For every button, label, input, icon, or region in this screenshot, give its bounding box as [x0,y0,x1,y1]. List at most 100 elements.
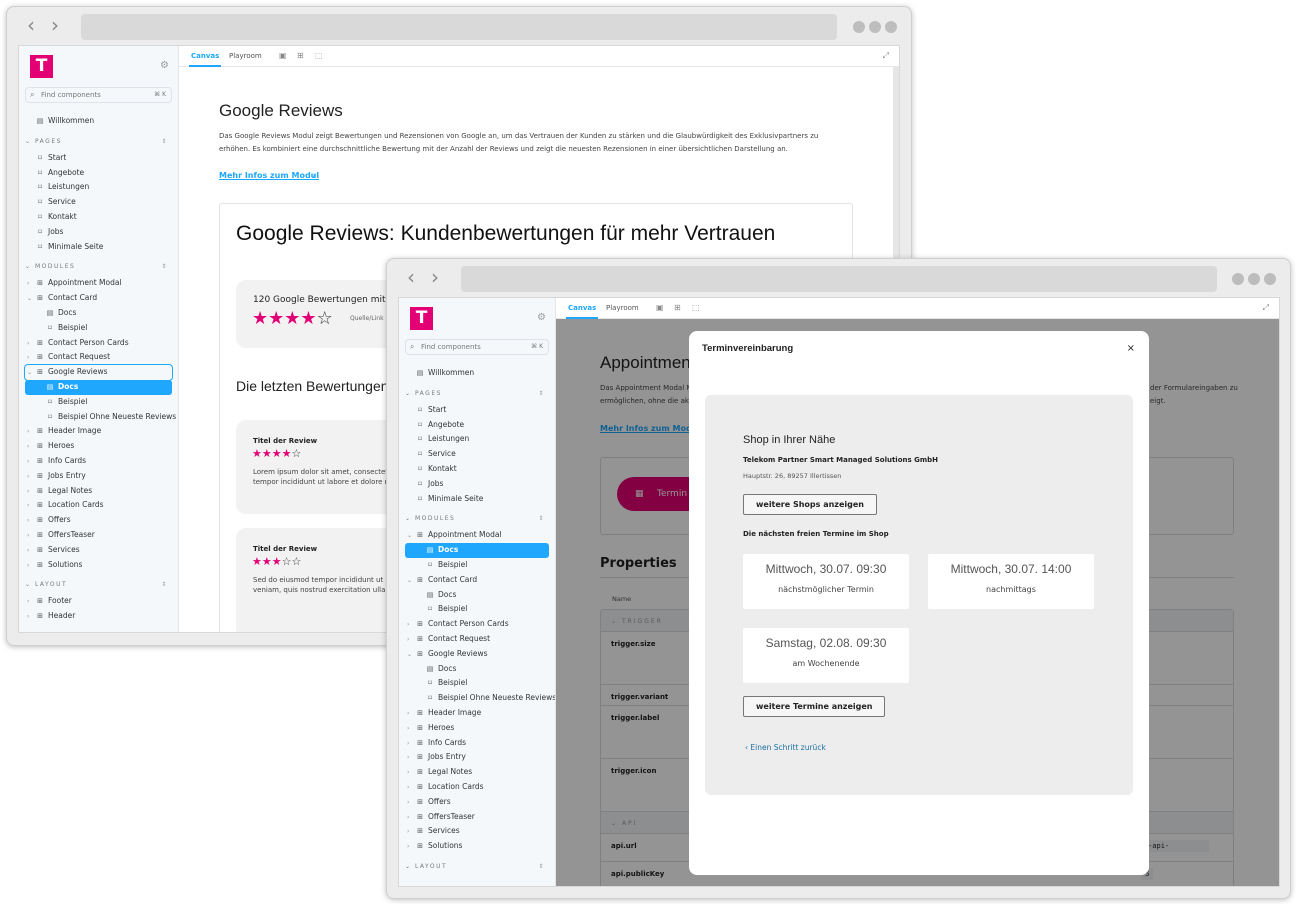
sidebar-item-kontakt[interactable]: ⌑ Kontakt [25,210,172,225]
sidebar-item-beispiel[interactable]: ⌑ Beispiel [25,321,172,336]
sidebar-item-willkommen[interactable]: ▤ Willkommen [25,114,172,129]
sidebar-item-location-cards[interactable]: › ⊞ Location Cards [25,498,172,513]
sidebar-item-services[interactable]: › ⊞ Services [405,824,549,839]
sidebar-item-appointment-modal[interactable]: ⌄ ⊞ Appointment Modal [405,528,549,543]
back-icon[interactable]: ‹ [27,13,35,37]
outline-icon[interactable]: ⬚ [692,303,700,312]
more-slots-button[interactable]: weitere Termine anzeigen [743,696,886,717]
sidebar-item-beispiel-ohne-neueste-reviews[interactable]: ⌑ Beispiel Ohne Neueste Reviews [25,410,176,425]
address-bar[interactable] [461,266,1217,292]
sidebar-item-header[interactable]: › ⊞ Header [25,609,172,624]
sidebar-item-contact-request[interactable]: › ⊞ Contact Request [405,632,549,647]
sidebar-item-leistungen[interactable]: ⌑ Leistungen [25,180,172,195]
more-info-link[interactable]: Mehr Infos zum Modul [219,171,319,180]
sidebar-item-heroes[interactable]: › ⊞ Heroes [25,439,172,454]
search-input[interactable]: ⌕ Find components ⌘ K [25,87,172,103]
sidebar-section-modules[interactable]: ⌄ MODULES ⇕ [25,254,172,276]
expand-collapse-icon[interactable]: ⇕ [538,854,545,880]
sidebar-item-docs[interactable]: ▤ Docs [25,306,172,321]
sidebar-item-minimale-seite[interactable]: ⌑ Minimale Seite [405,492,549,507]
close-icon[interactable]: × [1127,343,1135,354]
sidebar-section-layout[interactable]: ⌄ LAYOUT ⇕ [25,572,172,594]
sidebar-item-services[interactable]: › ⊞ Services [25,543,172,558]
sidebar-item-solutions[interactable]: › ⊞ Solutions [405,839,549,854]
sidebar-item-offersteaser[interactable]: › ⊞ OffersTeaser [25,528,172,543]
source-link[interactable]: Quelle/Link [350,315,384,322]
sidebar-section-pages[interactable]: ⌄ PAGES ⇕ [405,381,549,403]
sidebar-item-beispiel[interactable]: ⌑ Beispiel [25,395,172,410]
sidebar-item-contact-person-cards[interactable]: › ⊞ Contact Person Cards [405,617,549,632]
sidebar-item-docs[interactable]: ▤ Docs [25,379,172,395]
sidebar-item-legal-notes[interactable]: › ⊞ Legal Notes [405,765,549,780]
sidebar-item-beispiel[interactable]: ⌑ Beispiel [405,602,549,617]
gear-icon[interactable]: ⚙ [537,312,546,323]
sidebar-section-modules[interactable]: ⌄ MODULES ⇕ [405,506,549,528]
sidebar-item-offers[interactable]: › ⊞ Offers [25,513,172,528]
sidebar-item-header-image[interactable]: › ⊞ Header Image [405,706,549,721]
sidebar-item-willkommen[interactable]: ▤ Willkommen [405,366,549,381]
sidebar-item-legal-notes[interactable]: › ⊞ Legal Notes [25,484,172,499]
sidebar-item-location-cards[interactable]: › ⊞ Location Cards [405,780,549,795]
address-bar[interactable] [81,14,837,40]
tab-canvas[interactable]: Canvas [189,46,222,67]
search-icon: ⌕ [410,342,415,351]
tab-playroom[interactable]: Playroom [229,46,262,67]
tab-canvas[interactable]: Canvas [566,298,599,319]
forward-icon[interactable]: › [431,265,439,289]
grid-icon[interactable]: ⊞ [297,51,304,60]
sidebar-item-service[interactable]: ⌑ Service [25,195,172,210]
forward-icon[interactable]: › [51,13,59,37]
more-shops-button[interactable]: weitere Shops anzeigen [743,494,877,515]
sidebar-item-beispiel[interactable]: ⌑ Beispiel [405,676,549,691]
sidebar-item-heroes[interactable]: › ⊞ Heroes [405,721,549,736]
tab-playroom[interactable]: Playroom [606,298,639,319]
sidebar-item-contact-card[interactable]: ⌄ ⊞ Contact Card [25,291,172,306]
sidebar-item-contact-request[interactable]: › ⊞ Contact Request [25,350,172,365]
sidebar-item-angebote[interactable]: ⌑ Angebote [405,418,549,433]
sidebar-item-appointment-modal[interactable]: › ⊞ Appointment Modal [25,276,172,291]
sidebar-item-docs[interactable]: ▤ Docs [405,588,549,603]
sidebar-item-service[interactable]: ⌑ Service [405,447,549,462]
sidebar-item-info-cards[interactable]: › ⊞ Info Cards [405,736,549,751]
slot-card[interactable]: Mittwoch, 30.07. 09:30 nächstmöglicher Te… [743,554,909,609]
sidebar-section-pages[interactable]: ⌄ PAGES ⇕ [25,129,172,151]
sidebar-item-angebote[interactable]: ⌑ Angebote [25,166,172,181]
sidebar-item-jobs-entry[interactable]: › ⊞ Jobs Entry [405,750,549,765]
sidebar-item-start[interactable]: ⌑ Start [25,151,172,166]
sidebar-item-minimale-seite[interactable]: ⌑ Minimale Seite [25,240,172,255]
fullscreen-icon[interactable]: ⤢ [1263,303,1269,313]
sidebar-item-solutions[interactable]: › ⊞ Solutions [25,558,172,573]
sidebar-item-contact-person-cards[interactable]: › ⊞ Contact Person Cards [25,336,172,351]
slot-card[interactable]: Mittwoch, 30.07. 14:00 nachmittags [928,554,1094,609]
sidebar-item-leistungen[interactable]: ⌑ Leistungen [405,432,549,447]
sidebar-item-header-image[interactable]: › ⊞ Header Image [25,424,172,439]
sidebar-item-jobs[interactable]: ⌑ Jobs [405,477,549,492]
star-empty-icon: ☆ [291,447,302,460]
back-link[interactable]: ‹ Einen Schritt zurück [745,743,826,752]
sidebar-item-jobs-entry[interactable]: › ⊞ Jobs Entry [25,469,172,484]
grid-icon[interactable]: ⊞ [674,303,681,312]
sidebar-item-docs[interactable]: ▤ Docs [405,543,549,558]
sidebar-item-kontakt[interactable]: ⌑ Kontakt [405,462,549,477]
sidebar-item-docs[interactable]: ▤ Docs [405,662,549,677]
sidebar-item-jobs[interactable]: ⌑ Jobs [25,225,172,240]
sidebar-item-beispiel[interactable]: ⌑ Beispiel [405,558,549,573]
sidebar-item-info-cards[interactable]: › ⊞ Info Cards [25,454,172,469]
sidebar-item-contact-card[interactable]: ⌄ ⊞ Contact Card [405,573,549,588]
image-icon[interactable]: ▣ [656,303,664,312]
image-icon[interactable]: ▣ [279,51,287,60]
sidebar-item-google-reviews[interactable]: ⌄ ⊞ Google Reviews [24,364,173,381]
fullscreen-icon[interactable]: ⤢ [883,51,889,61]
sidebar-item-google-reviews[interactable]: ⌄ ⊞ Google Reviews [405,647,549,662]
sidebar-item-beispiel-ohne-neueste-reviews[interactable]: ⌑ Beispiel Ohne Neueste Reviews [405,691,555,706]
outline-icon[interactable]: ⬚ [315,51,323,60]
gear-icon[interactable]: ⚙ [160,60,169,71]
sidebar-item-start[interactable]: ⌑ Start [405,403,549,418]
sidebar-item-offersteaser[interactable]: › ⊞ OffersTeaser [405,810,549,825]
sidebar-item-offers[interactable]: › ⊞ Offers [405,795,549,810]
search-input[interactable]: ⌕ Find components ⌘ K [405,339,549,355]
back-icon[interactable]: ‹ [407,265,415,289]
sidebar-item-footer[interactable]: › ⊞ Footer [25,594,172,609]
sidebar-section-layout[interactable]: ⌄ LAYOUT ⇕ [405,854,549,876]
slot-card[interactable]: Samstag, 02.08. 09:30 am Wochenende [743,628,909,683]
